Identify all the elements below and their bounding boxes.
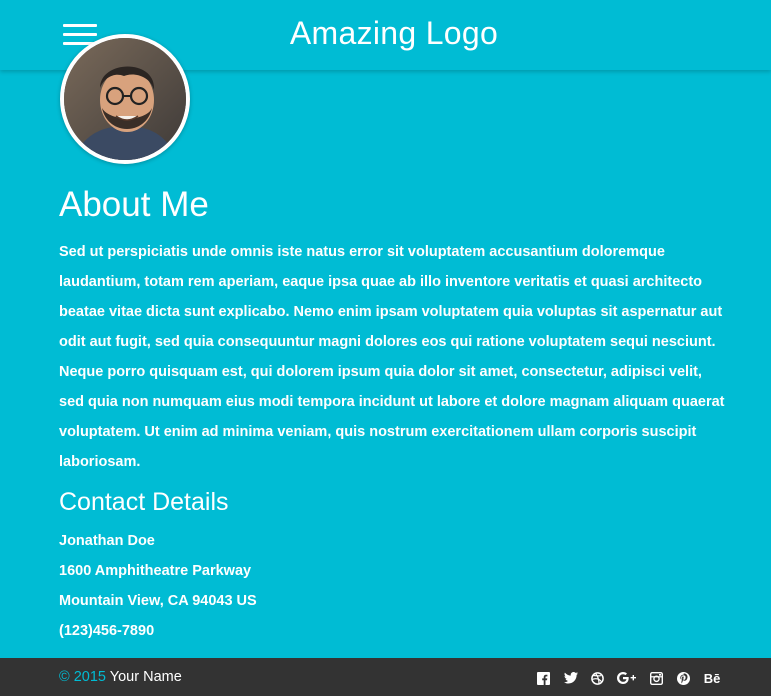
dribbble-icon[interactable] [590,671,605,686]
contact-street: 1600 Amphitheatre Parkway [59,563,252,579]
google-plus-icon[interactable] [617,671,637,686]
behance-icon[interactable]: Bē [703,671,721,686]
profile-avatar [60,34,190,164]
footer: © 2015 Your Name Bē [0,658,771,696]
instagram-icon[interactable] [649,671,664,686]
social-links: Bē [536,670,721,686]
about-me-heading: About Me [59,185,209,224]
copyright-year: © 2015 [59,669,106,685]
contact-details-heading: Contact Details [59,488,229,516]
contact-phone[interactable]: (123)456-7890 [59,621,154,641]
pinterest-icon[interactable] [676,671,691,686]
twitter-icon[interactable] [563,671,578,686]
contact-city: Mountain View, CA 94043 US [59,593,257,609]
footer-owner-name[interactable]: Your Name [110,669,182,685]
footer-copyright: © 2015 Your Name [59,669,182,685]
facebook-icon[interactable] [536,671,551,686]
contact-name: Jonathan Doe [59,533,155,549]
about-me-text: Sed ut perspiciatis unde omnis iste natu… [59,244,725,470]
